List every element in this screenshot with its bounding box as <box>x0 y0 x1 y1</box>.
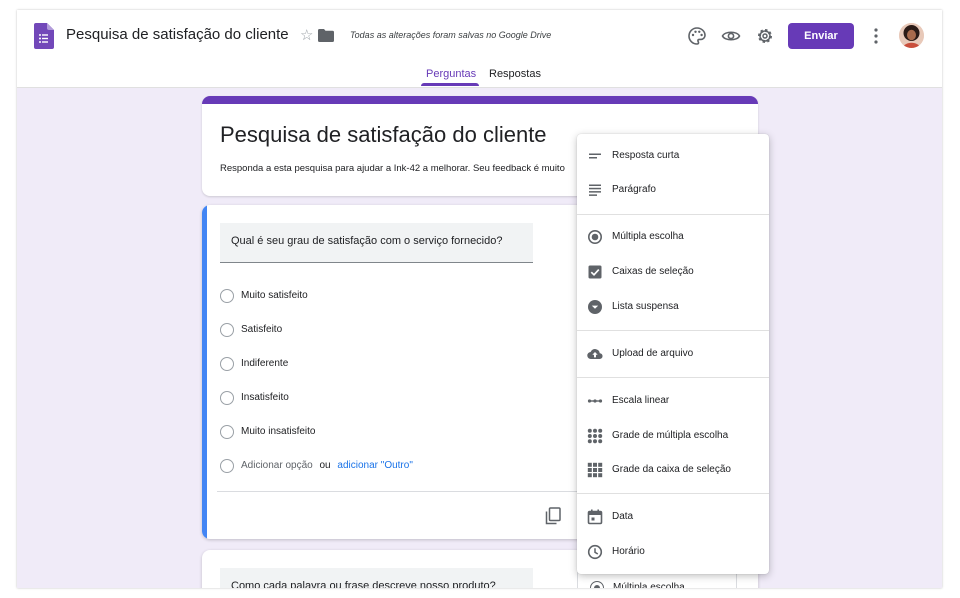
add-option-line: Adicionar opção ou adicionar "Outro" <box>241 460 413 471</box>
more-vert-icon[interactable] <box>868 26 884 46</box>
tab-questions[interactable]: Perguntas <box>426 68 476 80</box>
short-text-icon <box>589 153 601 159</box>
checkbox-icon <box>588 265 602 279</box>
menu-item-checkbox-grid[interactable]: Grade da caixa de seleção <box>577 456 769 484</box>
clock-icon <box>587 544 603 560</box>
google-forms-logo-icon[interactable] <box>34 23 54 49</box>
star-icon[interactable]: ☆ <box>300 26 313 44</box>
menu-item-file-upload[interactable]: Upload de arquivo <box>577 340 769 368</box>
menu-item-date[interactable]: Data <box>577 503 769 531</box>
menu-item-label: Escala linear <box>612 395 670 406</box>
menu-item-multiple-choice[interactable]: Múltipla escolha <box>577 223 769 251</box>
app-window: Pesquisa de satisfação do cliente ☆ Toda… <box>17 10 942 588</box>
folder-icon[interactable] <box>318 29 334 42</box>
tab-bar: Perguntas Respostas <box>17 62 942 88</box>
user-avatar[interactable] <box>899 23 924 48</box>
menu-item-label: Grade de múltipla escolha <box>612 430 729 441</box>
menu-item-label: Resposta curta <box>612 150 680 161</box>
menu-item-label: Upload de arquivo <box>612 348 694 359</box>
radio-icon <box>220 323 234 337</box>
menu-item-label: Grade da caixa de seleção <box>612 464 731 475</box>
question-title-text: Qual é seu grau de satisfação com o serv… <box>231 235 503 247</box>
menu-item-label: Parágrafo <box>612 184 656 195</box>
form-description[interactable]: Responda a esta pesquisa para ajudar a I… <box>220 163 565 174</box>
question-type-menu: Resposta curta Parágrafo Múltipla escolh… <box>577 134 769 574</box>
active-card-indicator <box>202 205 207 539</box>
radio-icon <box>220 289 234 303</box>
option-label[interactable]: Muito satisfeito <box>241 290 308 301</box>
preview-eye-icon[interactable] <box>721 26 741 46</box>
menu-item-label: Caixas de seleção <box>612 266 694 277</box>
checkbox-grid-icon <box>587 462 603 478</box>
menu-divider <box>577 377 769 378</box>
linear-scale-icon <box>587 399 603 403</box>
radio-icon <box>220 425 234 439</box>
menu-item-dropdown[interactable]: Lista suspensa <box>577 293 769 321</box>
menu-item-paragraph[interactable]: Parágrafo <box>577 176 769 204</box>
radio-icon <box>220 391 234 405</box>
menu-item-linear-scale[interactable]: Escala linear <box>577 387 769 415</box>
option-label[interactable]: Muito insatisfeito <box>241 426 315 437</box>
option-label[interactable]: Satisfeito <box>241 324 282 335</box>
active-tab-indicator <box>421 83 479 86</box>
settings-gear-icon[interactable] <box>755 26 775 46</box>
radio-button-icon <box>588 230 602 244</box>
title-card-accent-bar <box>202 96 758 104</box>
radio-icon <box>220 357 234 371</box>
add-other-link[interactable]: adicionar "Outro" <box>337 460 412 471</box>
send-button[interactable]: Enviar <box>788 23 854 49</box>
menu-item-label: Horário <box>612 546 645 557</box>
menu-item-label: Lista suspensa <box>612 301 679 312</box>
menu-item-multiple-choice-grid[interactable]: Grade de múltipla escolha <box>577 422 769 450</box>
menu-item-label: Data <box>612 511 634 522</box>
save-status: Todas as alterações foram salvas no Goog… <box>350 30 552 40</box>
palette-icon[interactable] <box>687 26 707 46</box>
question-title-input[interactable]: Qual é seu grau de satisfação com o serv… <box>220 223 533 263</box>
question-2-title-text: Como cada palavra ou frase descreve noss… <box>231 580 496 588</box>
app-header: Pesquisa de satisfação do cliente ☆ Toda… <box>17 10 942 88</box>
radio-icon <box>220 459 234 473</box>
cloud-upload-icon <box>587 349 603 360</box>
question-2-type-label: Múltipla escolha <box>613 582 685 588</box>
menu-divider <box>577 330 769 331</box>
menu-divider <box>577 493 769 494</box>
menu-item-checkboxes[interactable]: Caixas de seleção <box>577 258 769 286</box>
document-title[interactable]: Pesquisa de satisfação do cliente <box>66 26 289 43</box>
tab-responses[interactable]: Respostas <box>489 68 541 80</box>
form-title[interactable]: Pesquisa de satisfação do cliente <box>220 122 547 148</box>
add-option-link[interactable]: Adicionar opção <box>241 460 313 471</box>
menu-divider <box>577 214 769 215</box>
duplicate-icon[interactable] <box>545 507 561 525</box>
menu-item-time[interactable]: Horário <box>577 538 769 566</box>
or-label: ou <box>319 460 331 471</box>
calendar-icon <box>587 509 603 525</box>
radio-grid-icon <box>587 428 603 444</box>
option-label[interactable]: Insatisfeito <box>241 392 289 403</box>
option-label[interactable]: Indiferente <box>241 358 288 369</box>
question-2-title-input[interactable]: Como cada palavra ou frase descreve noss… <box>220 568 533 588</box>
menu-item-short-answer[interactable]: Resposta curta <box>577 142 769 170</box>
dropdown-icon <box>588 300 602 314</box>
radio-button-icon <box>590 581 604 588</box>
menu-item-label: Múltipla escolha <box>612 231 684 242</box>
paragraph-icon <box>589 184 601 196</box>
